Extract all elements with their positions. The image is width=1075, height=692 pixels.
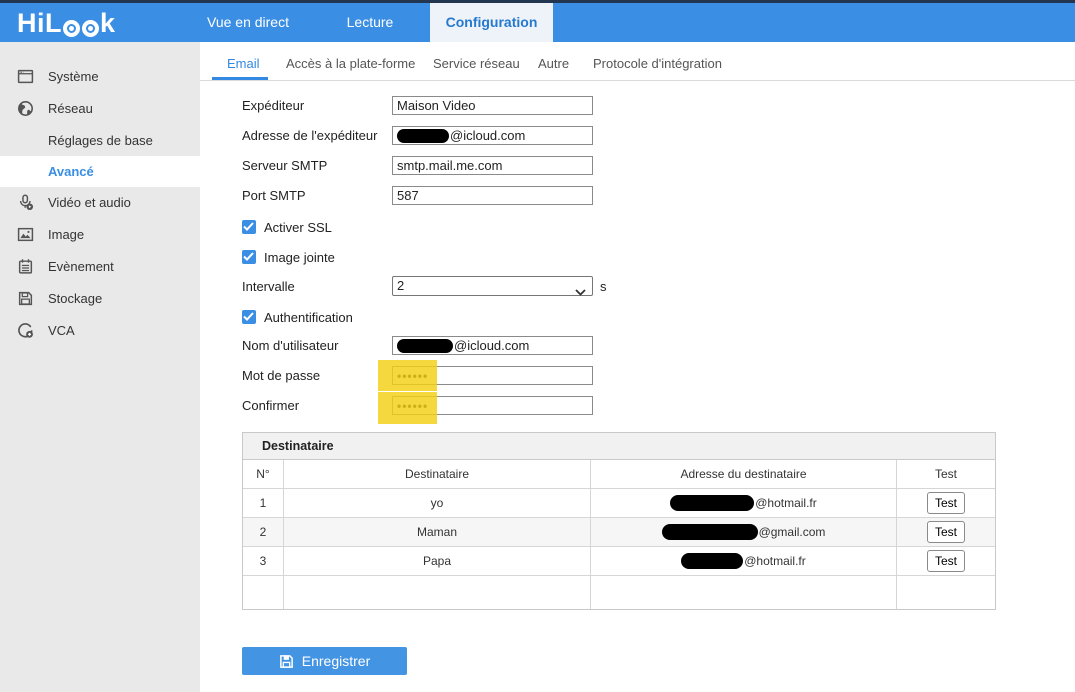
ssl-label: Activer SSL [264, 220, 332, 235]
hilook-configuration-page: HiL k Vue en direct Lecture Configuration… [0, 0, 1075, 692]
sidebar-item-label: VCA [48, 315, 75, 346]
row-num: 3 [243, 547, 284, 576]
sidebar-item-system[interactable]: Système [0, 61, 200, 92]
globe-icon [17, 100, 34, 117]
empty-row-cell [897, 576, 995, 609]
column-header-address: Adresse du destinataire [591, 460, 897, 489]
attached-image-label: Image jointe [264, 250, 335, 265]
column-header-num: N° [243, 460, 284, 489]
sidebar-item-label: Système [48, 61, 99, 92]
username-input[interactable]: @icloud.com [392, 336, 593, 355]
logo-text-suffix: k [100, 8, 116, 39]
redacted-email-user [681, 553, 743, 569]
save-icon [279, 654, 294, 669]
smtp-server-input[interactable]: smtp.mail.me.com [392, 156, 593, 175]
column-header-test: Test [897, 460, 995, 489]
sender-address-label: Adresse de l'expéditeur [242, 128, 377, 143]
username-label: Nom d'utilisateur [242, 338, 338, 353]
row-recipient-name: Papa [284, 547, 591, 576]
window-icon [17, 68, 34, 85]
redacted-email-user [397, 339, 453, 353]
password-label: Mot de passe [242, 368, 320, 383]
sidebar-item-label: Avancé [48, 156, 94, 187]
empty-row-cell [243, 576, 284, 609]
test-button[interactable]: Test [927, 521, 965, 543]
lens-icon [63, 20, 80, 37]
redacted-email-user [670, 495, 754, 511]
row-test-cell: Test [897, 547, 995, 576]
sidebar: Système Réseau Réglages de base Avancé V… [0, 42, 200, 692]
sidebar-item-label: Vidéo et audio [48, 187, 131, 218]
lens-icon [82, 20, 99, 37]
storage-icon [17, 290, 34, 307]
sidebar-item-vca[interactable]: VCA [0, 315, 200, 346]
interval-select[interactable]: 2 [392, 276, 593, 296]
sidebar-item-basic-settings[interactable]: Réglages de base [0, 125, 200, 156]
ssl-checkbox[interactable] [242, 220, 256, 234]
tab-email[interactable]: Email [227, 56, 260, 71]
save-button[interactable]: Enregistrer [242, 647, 407, 675]
tab-separator [200, 80, 1075, 81]
sidebar-item-label: Stockage [48, 283, 102, 314]
row-recipient-address: @hotmail.fr [591, 489, 897, 518]
test-button[interactable]: Test [927, 492, 965, 514]
recipients-table: N° Destinataire Adresse du destinataire … [242, 460, 996, 610]
authentication-label: Authentification [264, 310, 353, 325]
sidebar-item-advanced[interactable]: Avancé [0, 156, 200, 187]
sidebar-item-label: Réseau [48, 93, 93, 124]
sender-input[interactable]: Maison Video [392, 96, 593, 115]
row-recipient-address: @hotmail.fr [591, 547, 897, 576]
tab-platform-access[interactable]: Accès à la plate-forme [286, 56, 415, 71]
nav-live-view[interactable]: Vue en direct [196, 3, 300, 42]
empty-row-cell [284, 576, 591, 609]
sidebar-item-label: Image [48, 219, 84, 250]
test-button[interactable]: Test [927, 550, 965, 572]
row-recipient-name: yo [284, 489, 591, 518]
authentication-checkbox[interactable] [242, 310, 256, 324]
image-icon [17, 226, 34, 243]
tab-integration-protocol[interactable]: Protocole d'intégration [593, 56, 722, 71]
row-num: 2 [243, 518, 284, 547]
vca-icon [17, 322, 34, 339]
sidebar-item-image[interactable]: Image [0, 219, 200, 250]
sidebar-item-label: Evènement [48, 251, 114, 282]
chevron-down-icon [575, 283, 586, 301]
sender-address-input[interactable]: @icloud.com [392, 126, 593, 145]
tab-other[interactable]: Autre [538, 56, 569, 71]
sidebar-item-storage[interactable]: Stockage [0, 283, 200, 314]
interval-label: Intervalle [242, 279, 295, 294]
interval-unit: s [600, 279, 607, 294]
recipients-section-header: Destinataire [242, 432, 996, 460]
row-recipient-address: @gmail.com [591, 518, 897, 547]
event-icon [17, 258, 34, 275]
microphone-icon [17, 194, 34, 211]
topbar: HiL k Vue en direct Lecture Configuration [0, 3, 1075, 42]
column-header-recipient: Destinataire [284, 460, 591, 489]
row-recipient-name: Maman [284, 518, 591, 547]
tab-network-service[interactable]: Service réseau [433, 56, 520, 71]
sender-label: Expéditeur [242, 98, 304, 113]
highlight-annotation [378, 360, 437, 391]
nav-playback[interactable]: Lecture [326, 3, 414, 42]
sidebar-item-label: Réglages de base [48, 125, 153, 156]
redacted-email-user [662, 524, 758, 540]
highlight-annotation [378, 392, 437, 424]
empty-row-cell [591, 576, 897, 609]
attached-image-checkbox[interactable] [242, 250, 256, 264]
row-test-cell: Test [897, 489, 995, 518]
row-test-cell: Test [897, 518, 995, 547]
redacted-email-user [397, 129, 449, 143]
hilook-logo: HiL k [17, 8, 116, 38]
smtp-server-label: Serveur SMTP [242, 158, 327, 173]
nav-configuration[interactable]: Configuration [430, 3, 553, 42]
row-num: 1 [243, 489, 284, 518]
confirm-password-label: Confirmer [242, 398, 299, 413]
logo-text-prefix: HiL [17, 8, 62, 39]
sidebar-item-event[interactable]: Evènement [0, 251, 200, 282]
sidebar-item-network[interactable]: Réseau [0, 93, 200, 124]
smtp-port-input[interactable]: 587 [392, 186, 593, 205]
smtp-port-label: Port SMTP [242, 188, 306, 203]
sidebar-item-video-audio[interactable]: Vidéo et audio [0, 187, 200, 218]
